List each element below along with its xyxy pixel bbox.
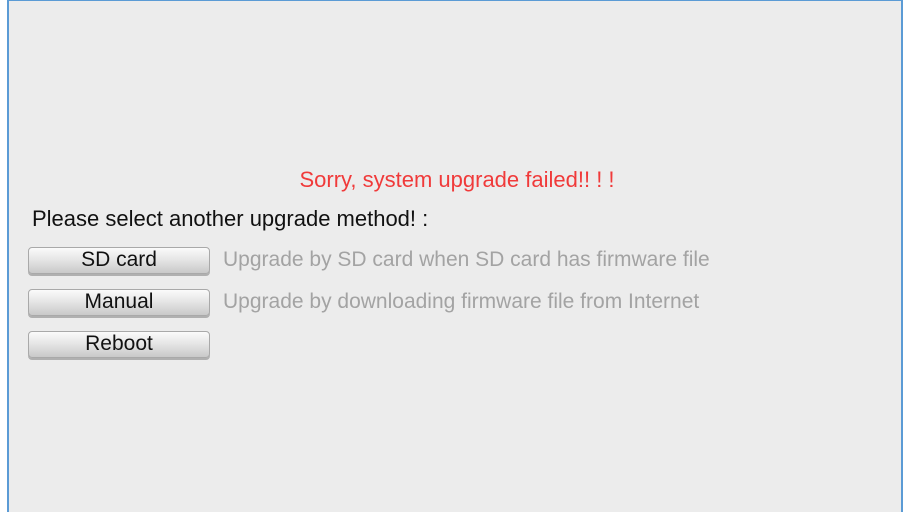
manual-description: Upgrade by downloading firmware file fro… [223, 290, 700, 313]
sd-card-button[interactable]: SD card [28, 246, 210, 274]
sd-card-description: Upgrade by SD card when SD card has firm… [223, 248, 710, 271]
upgrade-failed-message: Sorry, system upgrade failed!! ! ! [299, 167, 615, 192]
select-method-prompt: Please select another upgrade method! : [32, 206, 429, 231]
upgrade-failed-panel: Sorry, system upgrade failed!! ! ! Pleas… [7, 0, 903, 512]
manual-button[interactable]: Manual [28, 288, 210, 316]
reboot-button[interactable]: Reboot [28, 330, 210, 358]
manual-option: Manual Upgrade by downloading firmware f… [28, 287, 699, 317]
sd-card-option: SD card Upgrade by SD card when SD card … [28, 245, 710, 275]
reboot-option: Reboot [28, 329, 210, 359]
